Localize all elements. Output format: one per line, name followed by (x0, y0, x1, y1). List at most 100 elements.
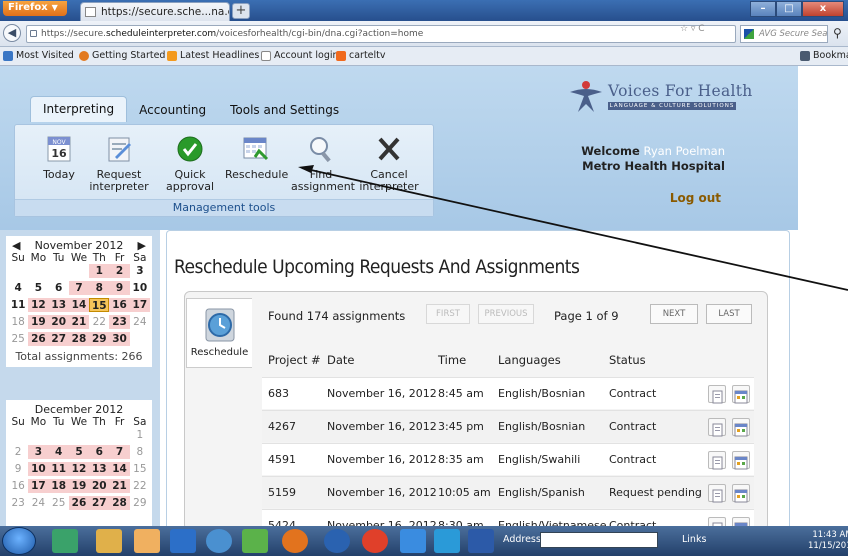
calendar-day[interactable]: 2 (109, 264, 130, 278)
table-row[interactable]: 4591 November 16, 2012 8:35 am English/Swah… (262, 443, 754, 475)
calendar-day[interactable]: 13 (89, 462, 110, 476)
calendar-day[interactable]: 11 (48, 462, 69, 476)
new-tab-button[interactable]: + (232, 3, 250, 19)
calendar-day[interactable]: 23 (8, 496, 28, 510)
calendar-day[interactable]: 27 (48, 332, 69, 346)
calendar-day[interactable]: 4 (8, 281, 28, 295)
calendar-day[interactable]: 4 (48, 445, 69, 459)
bookmark-getting-started[interactable]: Getting Started (79, 50, 165, 61)
cancel-interpreter-button[interactable]: Cancel interpreter (359, 135, 419, 193)
calendar-day[interactable]: 26 (68, 496, 90, 510)
taskbar-app-icon[interactable] (52, 529, 78, 553)
logout-link[interactable]: Log out (670, 191, 721, 205)
calendar-day[interactable]: 5 (28, 281, 48, 295)
taskbar-address-input[interactable] (540, 532, 658, 548)
calendar-day[interactable]: 12 (28, 298, 49, 312)
tab-accounting[interactable]: Accounting (127, 99, 218, 122)
bookmark-account-login[interactable]: Account login (261, 50, 339, 61)
tab-tools-and-settings[interactable]: Tools and Settings (218, 99, 351, 122)
calendar-day[interactable]: 23 (109, 315, 130, 329)
back-button[interactable]: ◀ (3, 24, 21, 42)
reschedule-side-tab[interactable]: Reschedule (186, 298, 252, 368)
calendar-day[interactable]: 17 (28, 479, 49, 493)
calendar-day[interactable]: 29 (130, 496, 150, 510)
calendar-day[interactable]: 25 (8, 332, 28, 346)
calendar-day[interactable]: 14 (109, 462, 130, 476)
calendar-day[interactable]: 21 (68, 315, 90, 329)
calendar-day[interactable]: 8 (89, 281, 110, 295)
calendar-day[interactable]: 22 (89, 315, 109, 329)
calendar-day[interactable]: 13 (48, 298, 69, 312)
calendar-day[interactable]: 16 (8, 479, 28, 493)
calendar-day[interactable]: 9 (8, 462, 28, 476)
maximize-icon[interactable]: □ (776, 1, 802, 17)
taskbar-app-icon[interactable] (170, 529, 196, 553)
tab-interpreting[interactable]: Interpreting (30, 96, 128, 122)
chrome-icon[interactable] (362, 529, 388, 553)
folder-icon[interactable] (96, 529, 122, 553)
calendar-day[interactable]: 28 (109, 496, 130, 510)
calendar-day[interactable]: 26 (28, 332, 49, 346)
calendar-day[interactable]: 29 (89, 332, 110, 346)
table-row[interactable]: 683 November 16, 2012 8:45 am English/Bosni… (262, 377, 754, 409)
view-document-icon[interactable] (708, 484, 726, 503)
calendar-day[interactable]: 7 (109, 445, 130, 459)
calendar-day[interactable]: 6 (89, 445, 110, 459)
table-row[interactable]: 4267 November 16, 2012 3:45 pm English/Bosn… (262, 410, 754, 442)
bookmark-most-visited[interactable]: Most Visited (3, 50, 74, 61)
system-clock[interactable]: 11:43 AM11/15/2012 (808, 530, 848, 552)
reschedule-button[interactable]: Reschedule (225, 135, 288, 181)
calendar-day[interactable]: 15 (130, 462, 150, 476)
calendar-day[interactable]: 24 (130, 315, 150, 329)
media-icon[interactable] (206, 529, 232, 553)
calendar-day[interactable]: 3 (28, 445, 49, 459)
calendar-day[interactable]: 2 (8, 445, 28, 459)
calendar-day[interactable]: 18 (8, 315, 28, 329)
firefox-menu-button[interactable]: Firefox ▼ (3, 1, 67, 16)
voices-for-health-logo[interactable]: Voices For Health LANGUAGE & CULTURE SOL… (568, 80, 752, 120)
calendar-day[interactable]: 3 (130, 264, 150, 278)
reschedule-row-icon[interactable] (732, 418, 750, 437)
view-document-icon[interactable] (708, 385, 726, 404)
calendar-day[interactable]: 8 (130, 445, 150, 459)
calendar-day[interactable]: 16 (109, 298, 130, 312)
quick-approval-button[interactable]: Quick approval (160, 135, 220, 193)
bookmark-star-icon[interactable]: ☆ ▿ C (680, 24, 705, 34)
request-interpreter-button[interactable]: Request interpreter (89, 135, 149, 193)
close-icon[interactable]: x (802, 1, 844, 17)
previous-page-button[interactable]: PREVIOUS (478, 304, 534, 324)
bookmark-latest-headlines[interactable]: Latest Headlines (167, 50, 259, 61)
calendar-day[interactable]: 12 (68, 462, 90, 476)
calendar-day[interactable]: 20 (89, 479, 110, 493)
reschedule-row-icon[interactable] (732, 385, 750, 404)
taskbar-app-icon[interactable] (134, 529, 160, 553)
start-button[interactable] (2, 527, 36, 555)
calendar-day[interactable]: 28 (68, 332, 90, 346)
calendar-day[interactable]: 1 (130, 428, 150, 442)
calendar-day[interactable]: 19 (68, 479, 90, 493)
reschedule-row-icon[interactable] (732, 484, 750, 503)
browser-tab[interactable]: https://secure.sche...na.cgi?action=home (80, 2, 230, 21)
calendar-day[interactable]: 18 (48, 479, 69, 493)
calendar-day[interactable]: 30 (109, 332, 130, 346)
taskbar-app-icon[interactable] (324, 529, 350, 553)
view-document-icon[interactable] (708, 418, 726, 437)
minimize-icon[interactable]: – (750, 1, 776, 17)
calendar-day[interactable]: 1 (89, 264, 110, 278)
calendar-day[interactable]: 14 (68, 298, 90, 312)
calendar-day[interactable]: 15 (89, 298, 110, 312)
calendar-day[interactable]: 17 (129, 298, 150, 312)
links-label[interactable]: Links (682, 534, 706, 545)
calendar-day[interactable]: 5 (68, 445, 90, 459)
calendar-day[interactable]: 21 (109, 479, 130, 493)
bookmark-carteltv[interactable]: carteltv (336, 50, 386, 61)
word-icon[interactable] (468, 529, 494, 553)
search-box[interactable]: AVG Secure Search (740, 25, 828, 43)
calendar-day[interactable]: 19 (28, 315, 49, 329)
prev-month-icon[interactable]: ◀ (12, 239, 20, 252)
today-button[interactable]: NOV 16 Today (29, 135, 89, 181)
calendar-day[interactable]: 22 (130, 479, 150, 493)
calendar-day[interactable]: 24 (28, 496, 48, 510)
view-document-icon[interactable] (708, 451, 726, 470)
bookmarks-menu[interactable]: Bookmar (800, 50, 848, 61)
